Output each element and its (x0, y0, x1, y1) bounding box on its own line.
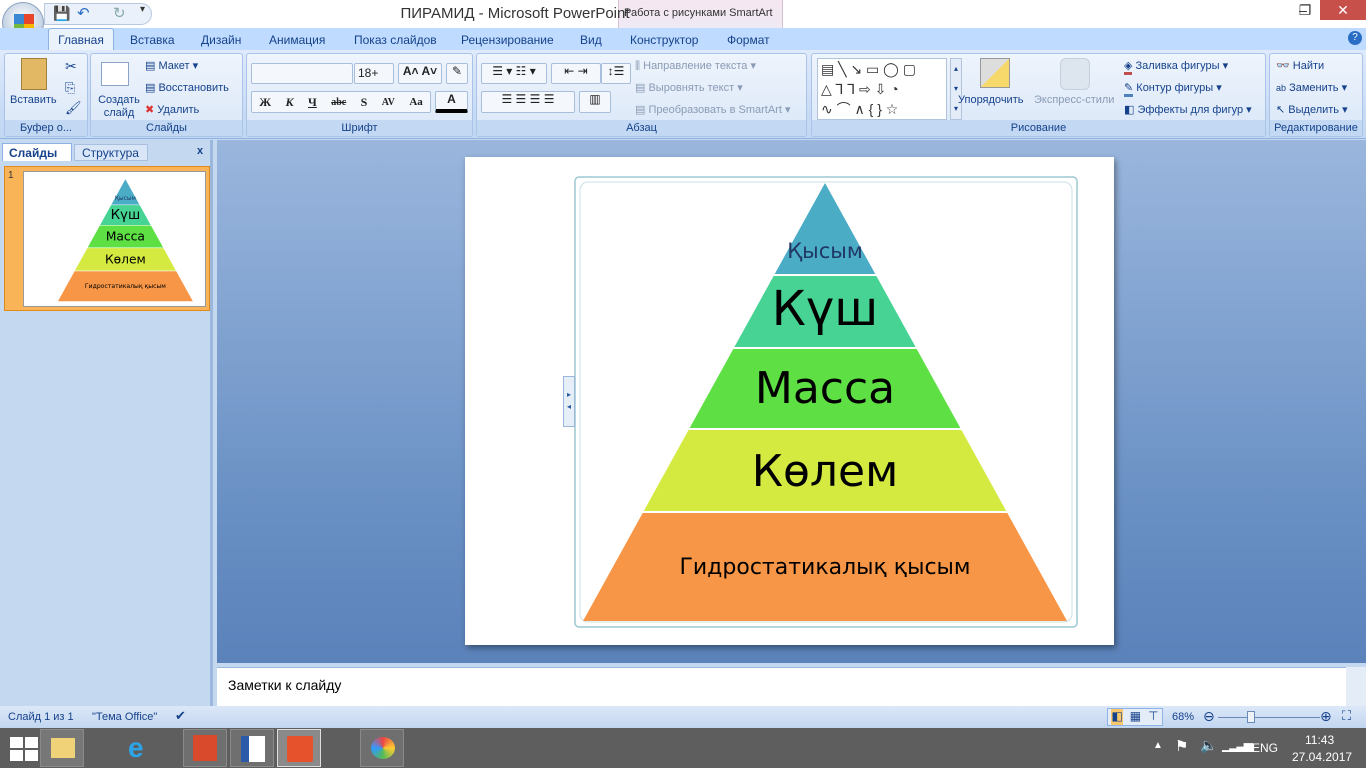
taskbar-pdf[interactable] (183, 729, 227, 767)
pyramid-level-text: Қысым (787, 239, 862, 263)
smartart-pyramid[interactable]: Қысым Күш Масса Көлем Гидростатикалық қысым (0, 0, 1366, 768)
notes-scrollbar[interactable] (1346, 667, 1366, 706)
taskbar-paint[interactable] (360, 729, 404, 767)
clock-date[interactable]: 27.04.2017 (1292, 750, 1352, 764)
normal-view-icon[interactable]: ◧ (1111, 709, 1123, 725)
slideshow-icon[interactable]: ⊤ (1148, 709, 1158, 725)
paint-palette-icon (371, 737, 395, 759)
zoom-slider-thumb[interactable] (1246, 711, 1255, 723)
pdf-app-icon (193, 735, 217, 761)
pyramid-level-text: Көлем (752, 446, 899, 497)
text-pane-toggle[interactable]: ▸ ◂ (563, 376, 575, 427)
taskbar-powerpoint-active[interactable] (277, 729, 321, 767)
zoom-in-icon[interactable]: ⊕ (1320, 708, 1332, 725)
taskbar: e ▲ ⚑ 🔈 ▁▂▃▅ ENG 11:43 27.04.2017 (0, 728, 1366, 768)
status-bar: Слайд 1 из 1 "Тема Office" ✔ ◧ ▦ ⊤ 68% ⊖ ⊕… (0, 706, 1366, 728)
action-center-flag-icon[interactable]: ⚑ (1175, 737, 1188, 755)
taskbar-word[interactable] (230, 729, 274, 767)
theme-name: "Тема Office" (92, 711, 158, 723)
pyramid-level-text: Күш (772, 281, 878, 337)
taskbar-explorer[interactable] (40, 729, 84, 767)
notes-pane[interactable]: Заметки к слайду (217, 667, 1346, 706)
start-windows-icon[interactable] (10, 737, 38, 761)
notes-placeholder: Заметки к слайду (228, 677, 342, 693)
pyramid-level-text: Гидростатикалық қысым (679, 555, 970, 580)
slide-count: Слайд 1 из 1 (8, 711, 74, 723)
zoom-out-icon[interactable]: ⊖ (1203, 708, 1215, 725)
pyramid-level-text: Масса (755, 363, 895, 414)
internet-explorer-icon[interactable]: e (128, 732, 144, 764)
volume-icon[interactable]: 🔈 (1200, 737, 1217, 754)
word-icon (241, 736, 265, 762)
zoom-slider[interactable] (1218, 717, 1320, 718)
clock-time[interactable]: 11:43 (1305, 733, 1334, 747)
spellcheck-icon[interactable]: ✔ (175, 708, 186, 724)
powerpoint-icon (287, 736, 313, 762)
slide-sorter-icon[interactable]: ▦ (1130, 709, 1141, 725)
zoom-level[interactable]: 68% (1172, 711, 1194, 723)
show-hidden-icons[interactable]: ▲ (1153, 740, 1163, 751)
fit-slide-icon[interactable]: ⛶ (1342, 708, 1351, 724)
language-indicator[interactable]: ENG (1252, 741, 1278, 755)
folder-icon (51, 738, 75, 758)
view-buttons: ◧ ▦ ⊤ (1107, 708, 1163, 726)
network-signal-icon[interactable]: ▁▂▃▅ (1222, 738, 1253, 752)
